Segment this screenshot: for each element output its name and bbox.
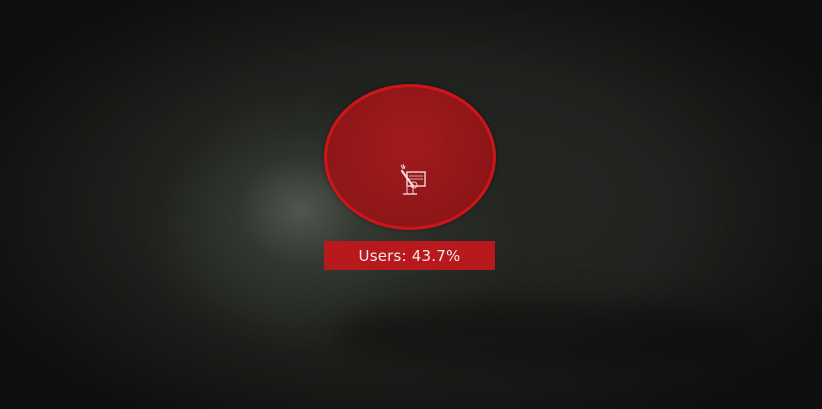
users-segment-circle[interactable] [324, 84, 496, 230]
segment-label-text: Users: 43.7% [358, 246, 461, 265]
segment-label: Users: 43.7% [324, 241, 495, 270]
background-shadow [330, 300, 750, 370]
stage: Users: 43.7% [0, 0, 822, 409]
sparkler-desk-icon [393, 163, 433, 203]
